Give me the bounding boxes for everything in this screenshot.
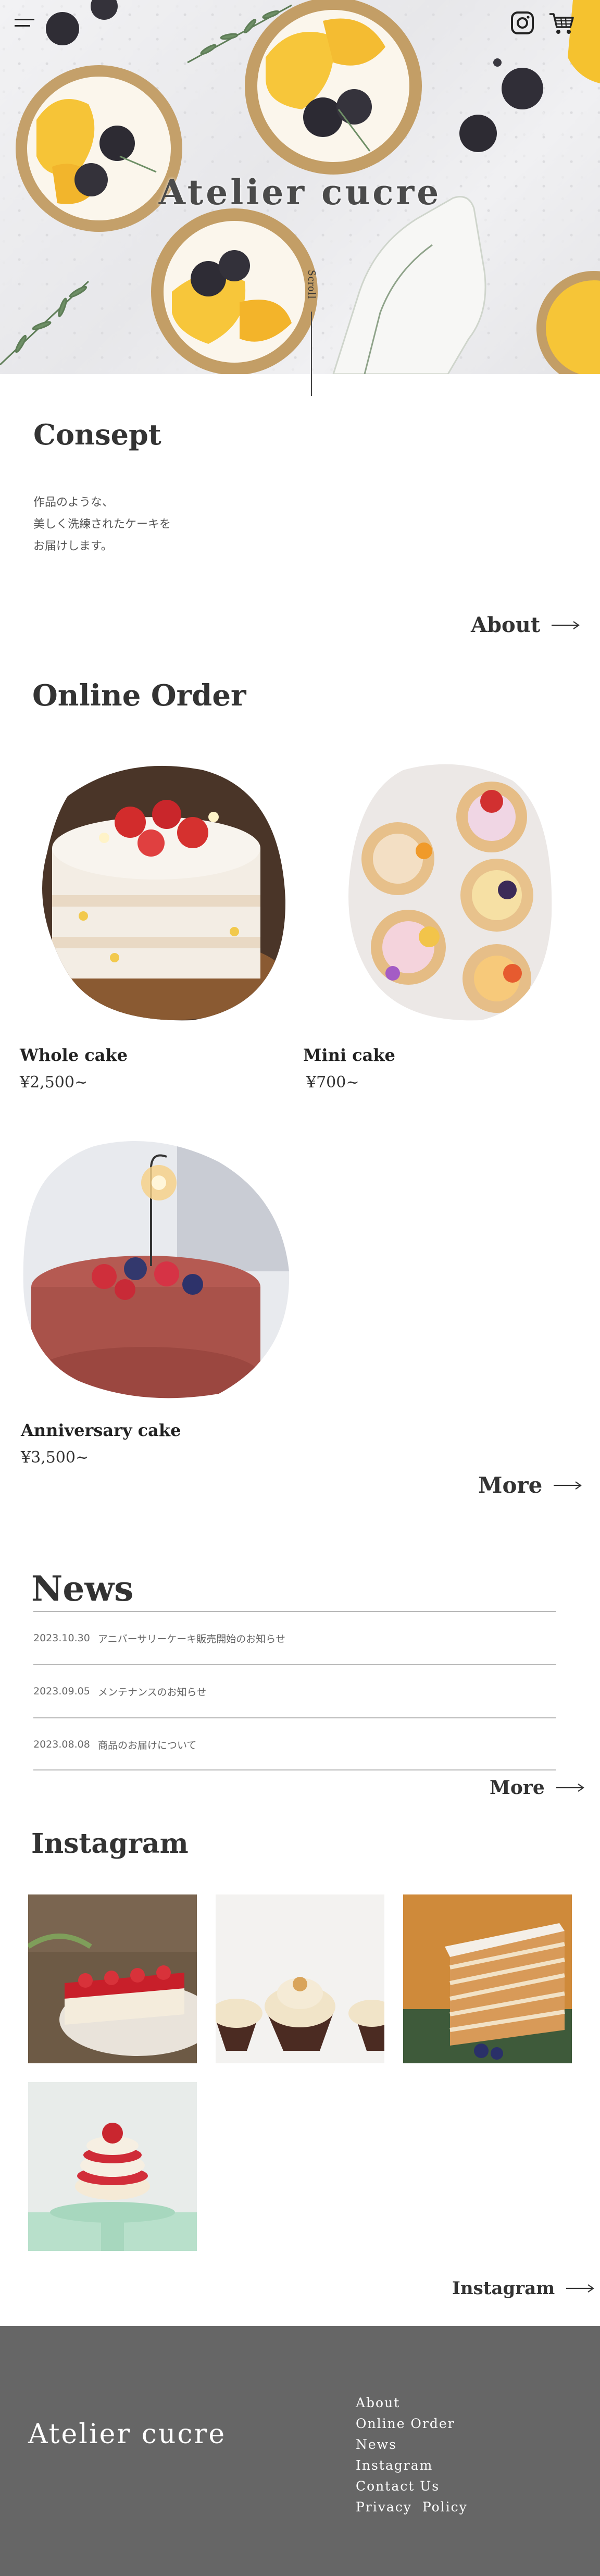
instagram-photo[interactable]: [403, 1894, 572, 2063]
about-link-label: About: [471, 613, 541, 637]
consept-title: Consept: [33, 418, 161, 451]
whole-cake-image[interactable]: [36, 760, 288, 1023]
product-name-whole-cake[interactable]: Whole cake: [20, 1045, 128, 1065]
mini-cake-image[interactable]: [341, 760, 554, 1023]
news-item[interactable]: 2023.10.30 アニバーサリーケーキ販売開始のお知らせ: [33, 1612, 556, 1664]
instagram-photo[interactable]: [216, 1894, 384, 2063]
consept-line-3: お届けします。: [33, 540, 113, 553]
footer-link-contact-us[interactable]: Contact Us: [356, 2476, 468, 2497]
arrow-right-icon: [554, 1481, 582, 1490]
news-date: 2023.08.08: [33, 1739, 90, 1750]
news-item[interactable]: 2023.09.05 メンテナンスのお知らせ: [33, 1665, 556, 1717]
news-text: メンテナンスのお知らせ: [98, 1686, 207, 1698]
footer-link-online-order[interactable]: Online Order: [356, 2413, 468, 2434]
product-name-mini-cake[interactable]: Mini cake: [303, 1045, 395, 1065]
news-more-link[interactable]: More: [490, 1777, 584, 1799]
scroll-label[interactable]: Scroll: [305, 270, 318, 299]
arrow-right-icon: [566, 2284, 595, 2293]
product-name-anniversary-cake[interactable]: Anniversary cake: [21, 1420, 181, 1440]
shopping-cart-icon[interactable]: [548, 9, 575, 36]
news-text: アニバーサリーケーキ販売開始のお知らせ: [98, 1633, 285, 1645]
anniversary-cake-image[interactable]: [21, 1136, 291, 1407]
instagram-photo[interactable]: [28, 1894, 197, 2063]
footer-link-news[interactable]: News: [356, 2434, 468, 2455]
scroll-indicator-line: [311, 312, 312, 396]
hamburger-menu-icon[interactable]: [15, 17, 34, 29]
instagram-icon[interactable]: [510, 10, 535, 35]
arrow-right-icon: [556, 1784, 584, 1792]
instagram-link-label: Instagram: [452, 2278, 555, 2299]
news-item[interactable]: 2023.08.08 商品のお届けについて: [33, 1718, 556, 1770]
news-date: 2023.09.05: [33, 1686, 90, 1697]
consept-line-2: 美しく洗練されたケーキを: [33, 518, 171, 531]
footer-brand[interactable]: Atelier cucre: [28, 2419, 226, 2450]
news-title: News: [31, 1568, 134, 1609]
news-text: 商品のお届けについて: [98, 1739, 197, 1751]
order-more-link[interactable]: More: [478, 1472, 582, 1498]
instagram-photo[interactable]: [28, 2082, 197, 2251]
footer-link-instagram[interactable]: Instagram: [356, 2455, 468, 2476]
footer-link-about[interactable]: About: [356, 2393, 468, 2413]
hero-brand-title: Atelier cucre: [158, 172, 442, 213]
news-more-label: More: [490, 1777, 545, 1799]
footer: Atelier cucre About Online Order News In…: [0, 2326, 600, 2576]
arrow-right-icon: [552, 621, 580, 629]
instagram-title: Instagram: [31, 1828, 189, 1860]
hero-section: Atelier cucre Scroll: [0, 0, 600, 374]
consept-text: 作品のような、 美しく洗練されたケーキを お届けします。: [33, 492, 171, 558]
about-link[interactable]: About: [471, 613, 580, 637]
product-price-mini-cake: ¥700~: [306, 1073, 359, 1092]
order-more-label: More: [478, 1472, 543, 1498]
online-order-title: Online Order: [32, 678, 246, 713]
footer-nav: About Online Order News Instagram Contac…: [356, 2393, 468, 2518]
footer-link-privacy-policy[interactable]: Privacy Policy: [356, 2497, 468, 2518]
consept-line-1: 作品のような、: [33, 496, 114, 509]
product-price-whole-cake: ¥2,500~: [20, 1073, 88, 1092]
news-date: 2023.10.30: [33, 1632, 90, 1644]
news-divider: [33, 1769, 556, 1770]
product-price-anniversary-cake: ¥3,500~: [21, 1448, 89, 1467]
instagram-link[interactable]: Instagram: [452, 2278, 595, 2299]
